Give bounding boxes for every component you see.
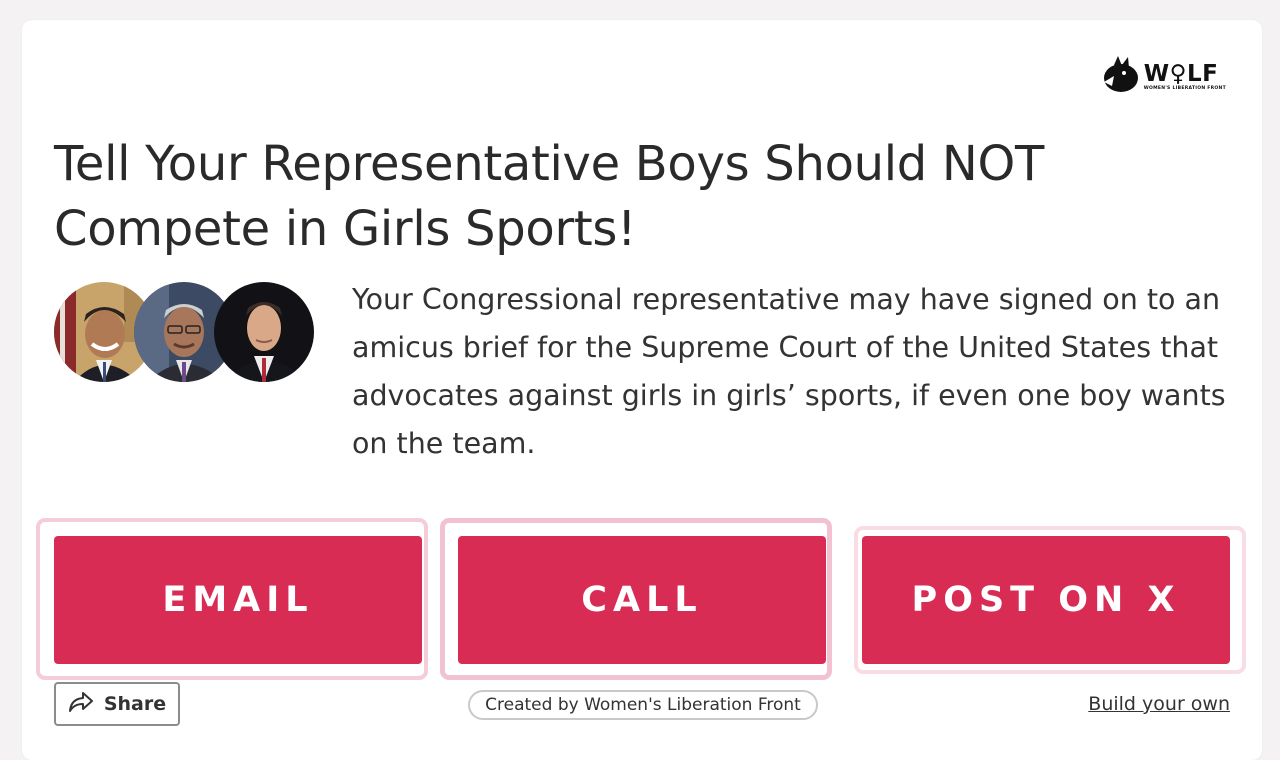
wolf-logo: W♀LF WOMEN'S LIBERATION FRONT xyxy=(1100,56,1226,99)
created-by-badge: Created by Women's Liberation Front xyxy=(468,690,818,720)
email-button[interactable]: EMAIL xyxy=(54,536,422,664)
logo-wordmark: W♀LF xyxy=(1143,61,1219,88)
campaign-card: W♀LF WOMEN'S LIBERATION FRONT Tell Your … xyxy=(22,20,1262,760)
representative-avatars xyxy=(54,282,324,382)
email-button-focus-ring: EMAIL xyxy=(36,518,428,680)
post-on-x-button[interactable]: POST ON X xyxy=(862,536,1230,664)
call-button[interactable]: CALL xyxy=(458,536,826,664)
representative-avatar xyxy=(214,282,314,382)
post-button-focus-ring: POST ON X xyxy=(854,526,1246,674)
share-label: Share xyxy=(103,693,167,715)
call-button-focus-ring: CALL xyxy=(440,518,832,680)
campaign-description: Your Congressional representative may ha… xyxy=(352,283,1226,460)
logo-tagline: WOMEN'S LIBERATION FRONT xyxy=(1143,86,1226,92)
campaign-title: Tell Your Representative Boys Should NOT… xyxy=(54,136,1045,257)
build-your-own-link[interactable]: Build your own xyxy=(1088,693,1230,715)
wolf-head-icon xyxy=(1100,56,1140,99)
share-button[interactable]: Share xyxy=(54,682,180,726)
share-arrow-icon xyxy=(68,691,94,718)
